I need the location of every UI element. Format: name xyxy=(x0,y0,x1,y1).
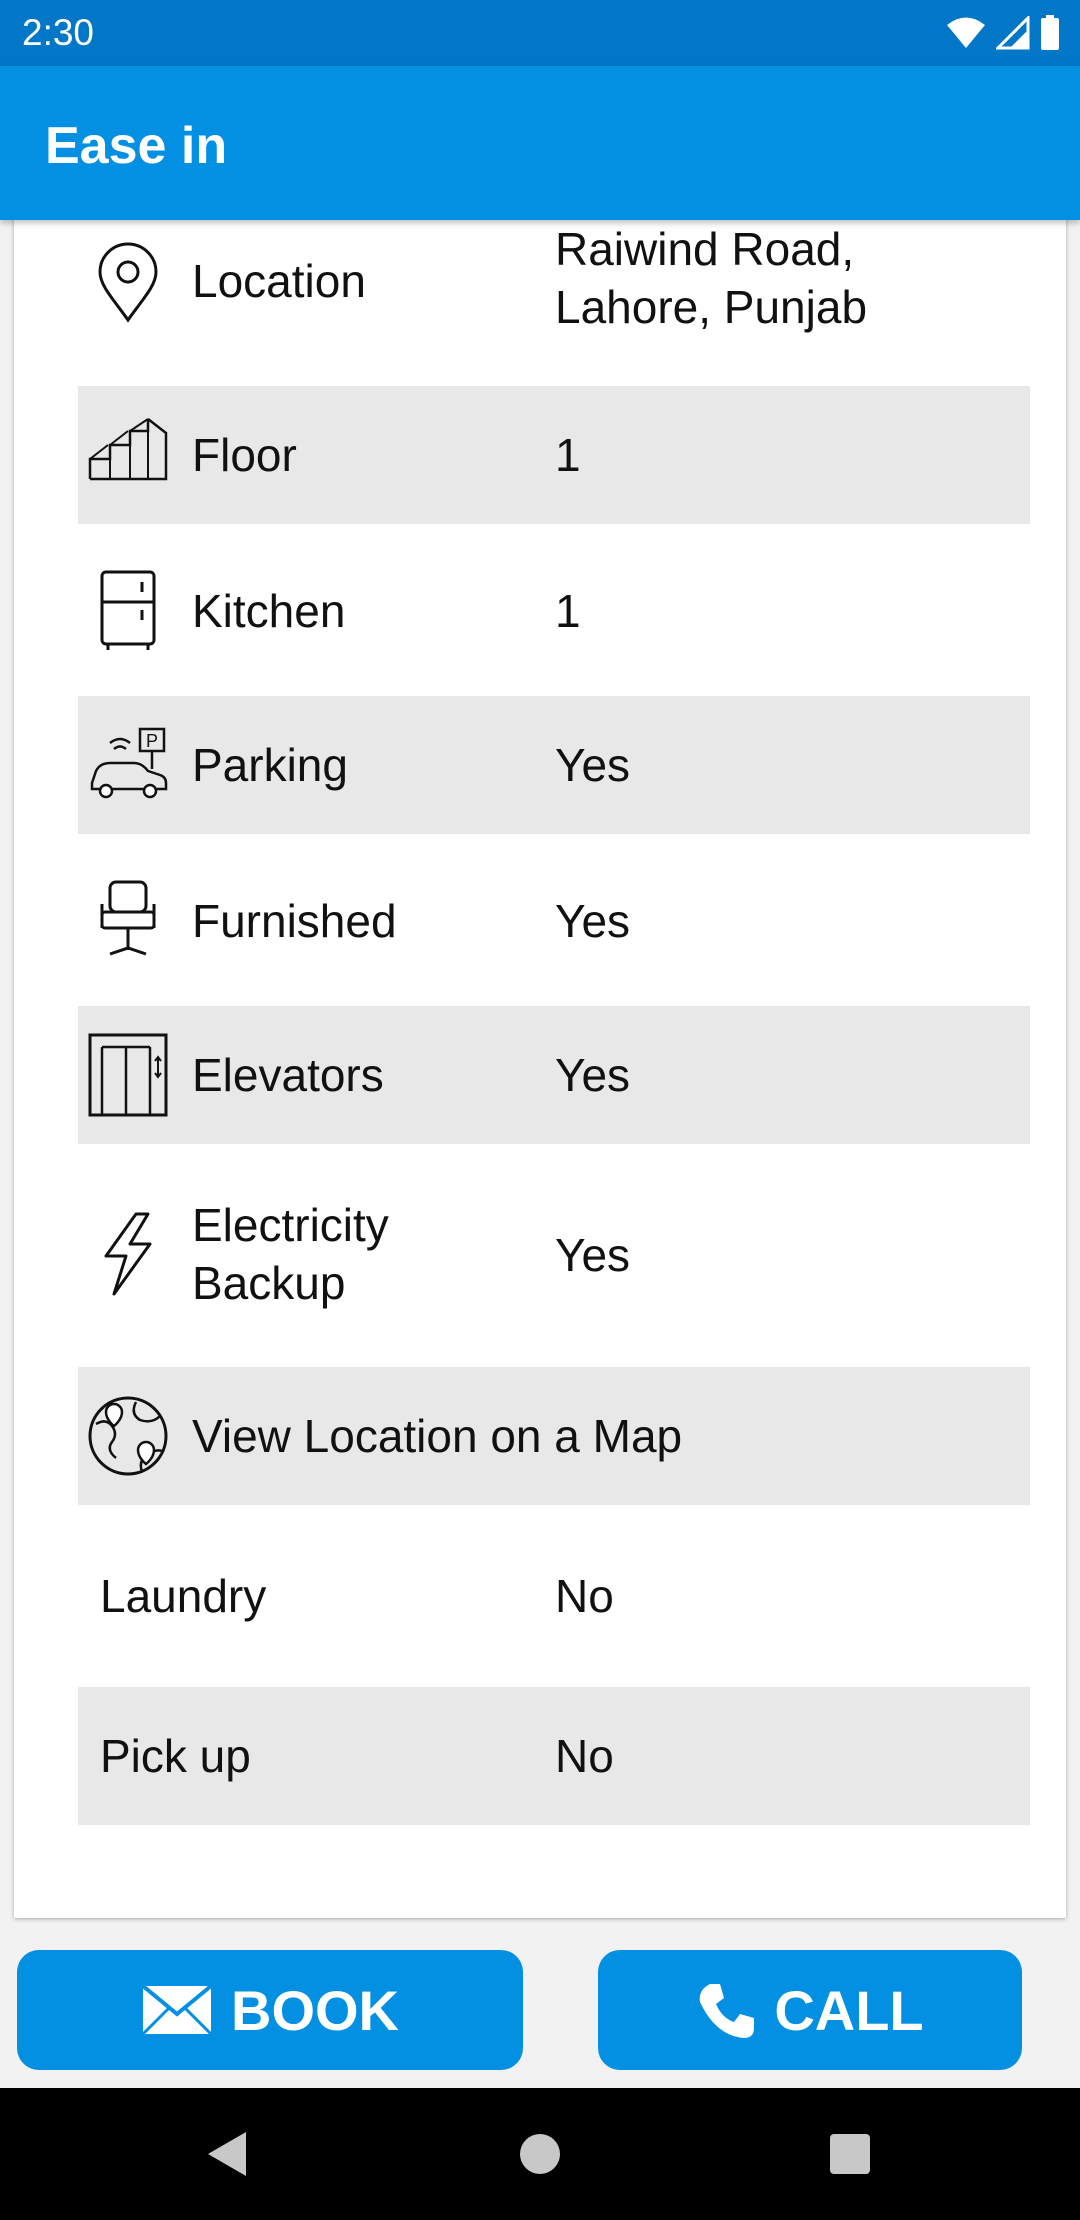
electricity-backup-label-line1: Electricity xyxy=(192,1199,389,1251)
book-button-label: BOOK xyxy=(231,1978,399,2042)
navigation-bar xyxy=(0,2088,1080,2220)
status-bar: 2:30 xyxy=(0,0,1080,66)
detail-row-pick-up: Pick up No xyxy=(78,1687,1030,1825)
globe-map-icon xyxy=(88,1396,168,1476)
nav-home-button[interactable] xyxy=(480,2088,600,2220)
app-bar: Ease in xyxy=(0,66,1080,220)
detail-row-location: Location Raiwind Road, Lahore, Punjab xyxy=(78,220,1030,345)
detail-row-elevators: Elevators Yes xyxy=(78,1006,1030,1144)
details-card: Location Raiwind Road, Lahore, Punjab Fl… xyxy=(14,200,1066,1918)
call-button-label: CALL xyxy=(774,1978,924,2042)
laundry-value: No xyxy=(555,1570,614,1622)
location-label: Location xyxy=(192,255,366,307)
detail-row-parking: P Parking Yes xyxy=(78,696,1030,834)
nav-recents-button[interactable] xyxy=(790,2088,910,2220)
view-map-label: View Location on a Map xyxy=(192,1410,683,1462)
wifi-icon xyxy=(947,17,985,48)
detail-row-electricity-backup: Electricity Backup Yes xyxy=(78,1144,1030,1367)
home-circle-icon xyxy=(520,2134,560,2174)
call-button[interactable]: CALL xyxy=(598,1950,1022,2070)
furnished-value: Yes xyxy=(555,895,631,947)
kitchen-value: 1 xyxy=(555,585,581,637)
back-triangle-icon xyxy=(208,2132,246,2176)
elevators-label: Elevators xyxy=(192,1049,384,1101)
app-title: Ease in xyxy=(45,117,228,175)
location-value-line1: Raiwind Road, xyxy=(555,223,855,275)
detail-row-furnished: Furnished Yes xyxy=(78,834,1030,1006)
signal-icon xyxy=(996,16,1030,50)
chair-icon xyxy=(100,880,156,956)
nav-back-button[interactable] xyxy=(166,2088,286,2220)
electricity-backup-label-line2: Backup xyxy=(192,1257,346,1309)
status-time: 2:30 xyxy=(22,12,95,53)
recents-square-icon xyxy=(830,2134,870,2174)
laundry-label: Laundry xyxy=(100,1570,267,1622)
lightning-icon xyxy=(104,1212,152,1296)
pick-up-value: No xyxy=(555,1730,614,1782)
detail-row-laundry: Laundry No xyxy=(78,1505,1030,1687)
stairs-icon xyxy=(88,418,168,481)
svg-text:P: P xyxy=(146,731,158,751)
kitchen-label: Kitchen xyxy=(192,585,346,637)
view-map-button[interactable]: View Location on a Map xyxy=(78,1367,1030,1505)
parking-value: Yes xyxy=(555,739,631,791)
floor-value: 1 xyxy=(555,429,581,481)
location-value-line2: Lahore, Punjab xyxy=(555,281,868,333)
mail-icon xyxy=(141,1984,213,2036)
book-button[interactable]: BOOK xyxy=(17,1950,523,2070)
phone-icon xyxy=(700,1984,755,2038)
pick-up-label: Pick up xyxy=(100,1730,251,1782)
elevator-icon xyxy=(88,1033,168,1117)
furnished-label: Furnished xyxy=(192,895,397,947)
elevators-value: Yes xyxy=(555,1049,631,1101)
status-icons xyxy=(946,14,1060,52)
car-parking-icon: P xyxy=(90,727,168,799)
fridge-icon xyxy=(100,570,156,650)
detail-row-floor: Floor 1 xyxy=(78,386,1030,524)
battery-icon xyxy=(1041,15,1059,50)
detail-row-kitchen: Kitchen 1 xyxy=(78,524,1030,696)
floor-label: Floor xyxy=(192,429,297,481)
parking-label: Parking xyxy=(192,739,348,791)
map-pin-icon xyxy=(98,242,158,323)
electricity-backup-value: Yes xyxy=(555,1229,631,1281)
